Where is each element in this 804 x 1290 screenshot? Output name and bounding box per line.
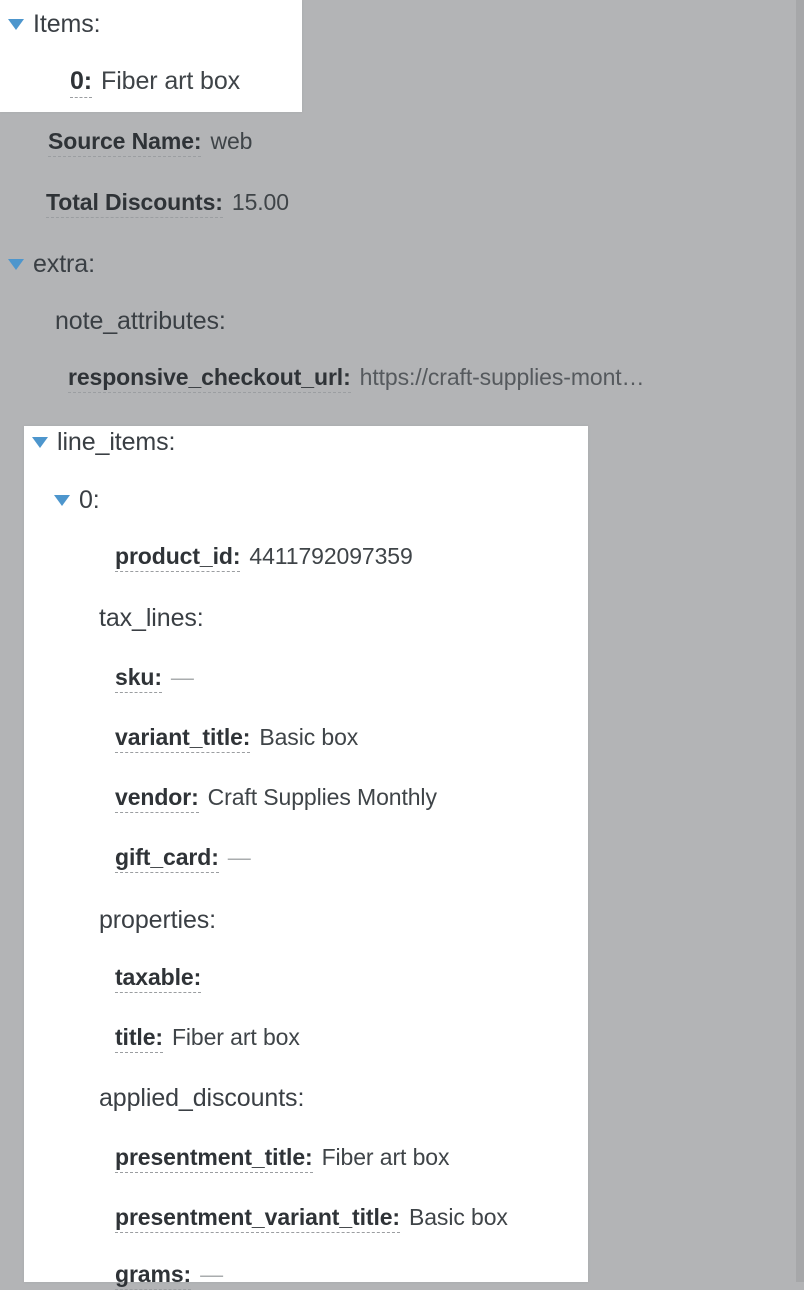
grams-key: grams:: [115, 1263, 191, 1290]
caret-down-icon[interactable]: [8, 19, 24, 30]
tree-node-applied-discounts[interactable]: applied_discounts:: [99, 1086, 304, 1111]
field-product-id[interactable]: product_id: 4411792097359: [115, 545, 413, 572]
properties-label: properties:: [99, 906, 217, 934]
line-items-label: line_items:: [57, 428, 176, 456]
field-title[interactable]: title: Fiber art box: [115, 1026, 300, 1053]
caret-down-icon[interactable]: [54, 495, 70, 506]
product-id-value: 4411792097359: [249, 543, 413, 569]
extra-label: extra:: [33, 250, 95, 278]
applied-discounts-label: applied_discounts:: [99, 1084, 305, 1112]
total-discounts-key: Total Discounts:: [46, 191, 223, 218]
field-responsive-checkout-url[interactable]: responsive_checkout_url: https://craft-s…: [68, 364, 645, 393]
vendor-key: vendor:: [115, 786, 199, 813]
source-name-value: web: [210, 128, 253, 154]
tree-node-extra[interactable]: extra:: [8, 252, 95, 277]
line-item-index-label: 0:: [79, 486, 100, 514]
field-sku[interactable]: sku: —: [115, 666, 194, 693]
field-gift-card[interactable]: gift_card: —: [115, 846, 251, 873]
field-vendor[interactable]: vendor: Craft Supplies Monthly: [115, 786, 437, 813]
gift-card-key: gift_card:: [115, 846, 219, 873]
title-value: Fiber art box: [171, 1024, 300, 1050]
presentment-variant-title-value: Basic box: [409, 1204, 508, 1230]
grams-value: —: [200, 1261, 223, 1287]
tree-node-note-attributes[interactable]: note_attributes:: [55, 309, 226, 334]
tree-node-line-item-0[interactable]: 0:: [54, 488, 100, 513]
responsive-checkout-url-key: responsive_checkout_url:: [68, 366, 351, 393]
sku-value: —: [170, 664, 194, 690]
variant-title-key: variant_title:: [115, 726, 250, 753]
presentment-title-value: Fiber art box: [321, 1144, 450, 1170]
tax-lines-label: tax_lines:: [99, 604, 204, 632]
product-id-key: product_id:: [115, 545, 240, 572]
presentment-variant-title-key: presentment_variant_title:: [115, 1206, 400, 1233]
field-taxable[interactable]: taxable:: [115, 966, 210, 993]
title-key: title:: [115, 1026, 163, 1053]
items-entry-value: Fiber art box: [101, 67, 241, 95]
right-edge-strip: [796, 0, 804, 1282]
caret-down-icon[interactable]: [8, 259, 24, 270]
field-presentment-variant-title[interactable]: presentment_variant_title: Basic box: [115, 1206, 508, 1233]
tree-node-properties[interactable]: properties:: [99, 908, 216, 933]
gift-card-value: —: [227, 844, 251, 870]
vendor-value: Craft Supplies Monthly: [207, 784, 437, 810]
field-presentment-title[interactable]: presentment_title: Fiber art box: [115, 1146, 449, 1173]
note-attributes-label: note_attributes:: [55, 307, 226, 335]
items-entry-row[interactable]: 0: Fiber art box: [70, 69, 240, 98]
tree-node-tax-lines[interactable]: tax_lines:: [99, 606, 204, 631]
variant-title-value: Basic box: [259, 724, 359, 750]
field-variant-title[interactable]: variant_title: Basic box: [115, 726, 358, 753]
source-name-key: Source Name:: [48, 130, 202, 157]
tree-node-line-items[interactable]: line_items:: [32, 428, 176, 456]
caret-down-icon[interactable]: [32, 437, 48, 448]
total-discounts-value: 15.00: [231, 189, 289, 215]
field-total-discounts[interactable]: Total Discounts: 15.00: [46, 191, 289, 218]
items-entry-key: 0:: [70, 69, 92, 98]
items-label: Items:: [33, 10, 101, 38]
taxable-key: taxable:: [115, 966, 201, 993]
field-grams[interactable]: grams: —: [115, 1263, 223, 1290]
presentment-title-key: presentment_title:: [115, 1146, 313, 1173]
sku-key: sku:: [115, 666, 162, 693]
responsive-checkout-url-value: https://craft-supplies-mont…: [359, 364, 645, 390]
field-source-name[interactable]: Source Name: web: [48, 130, 252, 157]
tree-node-items[interactable]: Items:: [8, 10, 101, 38]
